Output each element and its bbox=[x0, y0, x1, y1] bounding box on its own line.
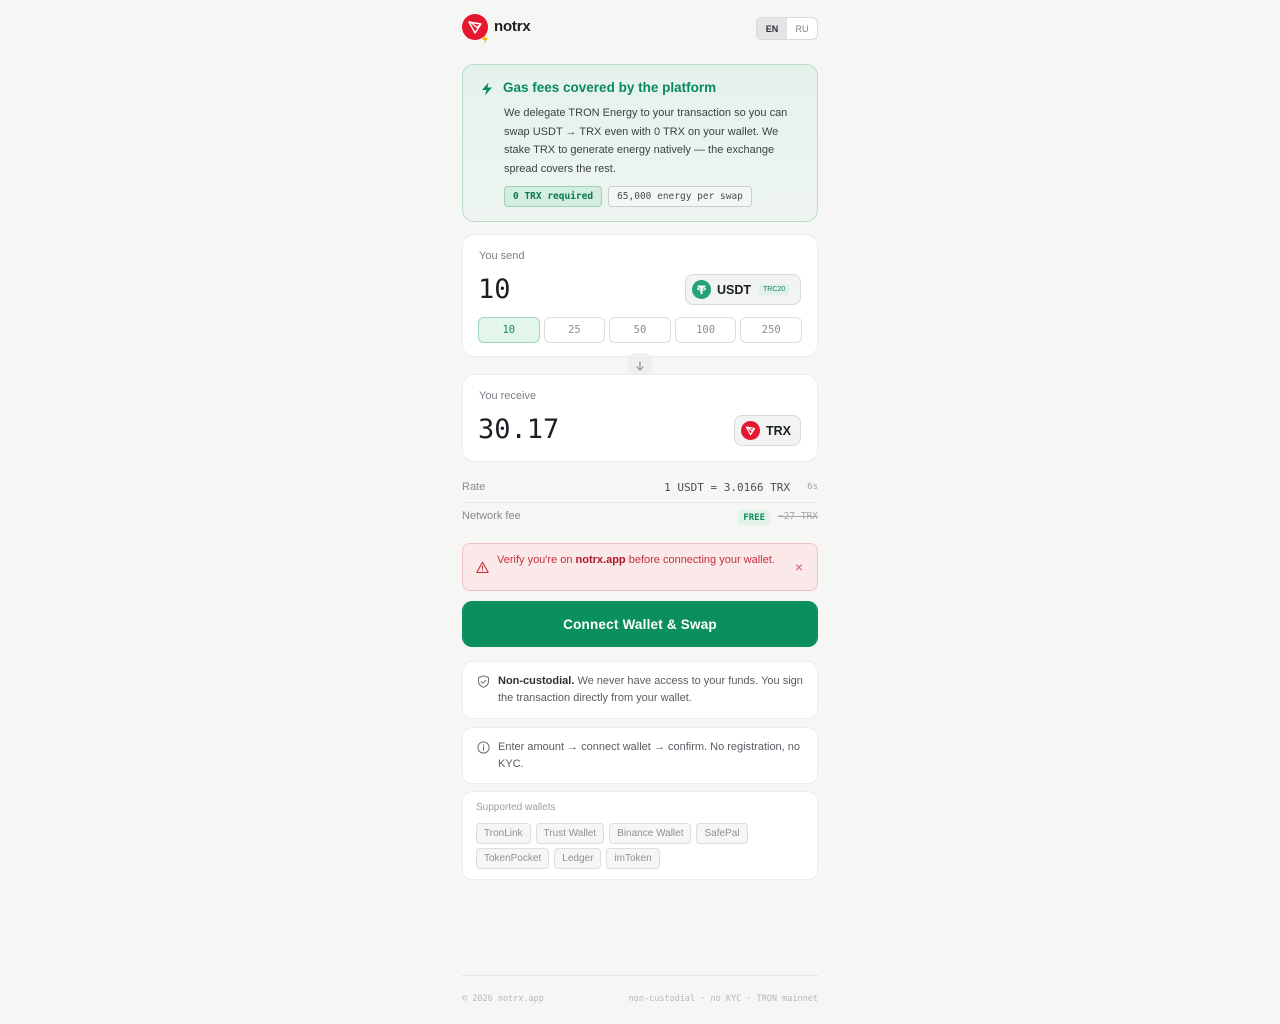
trx-icon bbox=[741, 421, 760, 440]
footer-tagline: non-custodial · no KYC · TRON mainnet bbox=[628, 994, 818, 1004]
warning-text: Verify you're on notrx.app before connec… bbox=[497, 552, 777, 568]
wallet-tronlink: TronLink bbox=[476, 823, 531, 844]
old-fee-value: ~27 TRX bbox=[777, 511, 818, 522]
send-amount-input[interactable]: 10 bbox=[478, 274, 511, 305]
energy-tag: 65,000 energy per swap bbox=[608, 186, 752, 207]
footer: © 2026 notrx.app non-custodial · no KYC … bbox=[462, 975, 818, 1005]
free-badge: FREE bbox=[738, 510, 770, 525]
wallet-imtoken: imToken bbox=[606, 848, 660, 869]
footer-copyright: © 2026 notrx.app bbox=[462, 994, 544, 1004]
language-switcher: EN RU bbox=[756, 17, 818, 40]
send-label: You send bbox=[479, 250, 525, 262]
send-card: You send 10 USDT TRC20 10 25 50 100 250 bbox=[462, 234, 818, 357]
close-icon[interactable]: × bbox=[795, 559, 803, 575]
preset-250-button[interactable]: 250 bbox=[740, 317, 802, 343]
usdt-icon bbox=[692, 280, 711, 299]
rate-label: Rate bbox=[462, 481, 486, 493]
wallet-safepal: SafePal bbox=[696, 823, 748, 844]
send-token-name: USDT bbox=[717, 282, 752, 297]
receive-token-selector[interactable]: TRX bbox=[734, 415, 801, 446]
how-it-works-text: Enter amount → connect wallet → confirm.… bbox=[498, 741, 801, 770]
phishing-warning: Verify you're on notrx.app before connec… bbox=[462, 543, 818, 591]
logo-bolt-icon bbox=[482, 34, 488, 44]
network-fee-row: Network fee FREE ~27 TRX bbox=[462, 505, 818, 529]
arrow-down-icon bbox=[636, 361, 644, 371]
wallet-ledger: Ledger bbox=[554, 848, 602, 869]
lightning-icon bbox=[482, 82, 492, 96]
supported-wallets-card: Supported wallets TronLink Trust Wallet … bbox=[462, 791, 818, 880]
receive-amount: 30.17 bbox=[478, 414, 560, 445]
gas-banner-tags: 0 TRX required 65,000 energy per swap bbox=[504, 186, 752, 207]
wallet-trust-wallet: Trust Wallet bbox=[535, 823, 605, 844]
shield-check-icon bbox=[478, 675, 489, 688]
warning-domain: notrx.app bbox=[575, 554, 626, 566]
rate-row: Rate 1 USDT = 3.0166 TRX 6s bbox=[462, 476, 818, 503]
preset-25-button[interactable]: 25 bbox=[543, 317, 606, 343]
header: notrx EN RU bbox=[462, 14, 818, 44]
gas-banner-body: We delegate TRON Energy to your transact… bbox=[504, 107, 788, 175]
send-token-network: TRC20 bbox=[759, 284, 790, 295]
preset-100-button[interactable]: 100 bbox=[674, 317, 737, 343]
warning-triangle-icon bbox=[476, 561, 489, 574]
preset-50-button[interactable]: 50 bbox=[609, 317, 671, 343]
lang-en-button[interactable]: EN bbox=[757, 18, 787, 39]
wallet-tokenpocket: TokenPocket bbox=[476, 848, 550, 869]
supported-wallets-label: Supported wallets bbox=[476, 802, 556, 813]
warning-prefix: Verify you're on bbox=[497, 554, 576, 566]
zero-trx-tag: 0 TRX required bbox=[504, 186, 603, 207]
lang-ru-button[interactable]: RU bbox=[787, 18, 817, 39]
info-icon bbox=[477, 741, 490, 754]
non-custodial-card: Non-custodial. We never have access to y… bbox=[462, 661, 818, 719]
rate-value: 1 USDT = 3.0166 TRX bbox=[664, 481, 790, 494]
warning-suffix: before connecting your wallet. bbox=[625, 554, 775, 566]
how-it-works-card: Enter amount → connect wallet → confirm.… bbox=[462, 727, 818, 784]
non-custodial-title: Non-custodial. bbox=[498, 675, 575, 687]
receive-card: You receive 30.17 TRX bbox=[462, 374, 818, 462]
send-token-selector[interactable]: USDT TRC20 bbox=[685, 274, 801, 305]
rate-refresh-timer: 6s bbox=[807, 482, 818, 492]
amount-presets: 10 25 50 100 250 bbox=[478, 317, 802, 343]
receive-token-name: TRX bbox=[766, 423, 791, 438]
fee-label: Network fee bbox=[462, 510, 521, 522]
wallet-list: TronLink Trust Wallet Binance Wallet Saf… bbox=[476, 823, 796, 869]
receive-label: You receive bbox=[479, 390, 537, 402]
wallet-binance-wallet: Binance Wallet bbox=[609, 823, 692, 844]
gas-fees-banner: Gas fees covered by the platform We dele… bbox=[462, 64, 818, 222]
non-custodial-text: Non-custodial. We never have access to y… bbox=[498, 673, 804, 707]
gas-banner-title: Gas fees covered by the platform bbox=[503, 80, 717, 95]
connect-wallet-swap-button[interactable]: Connect Wallet & Swap bbox=[462, 601, 818, 647]
brand-name: notrx bbox=[494, 18, 531, 35]
preset-10-button[interactable]: 10 bbox=[478, 317, 540, 343]
